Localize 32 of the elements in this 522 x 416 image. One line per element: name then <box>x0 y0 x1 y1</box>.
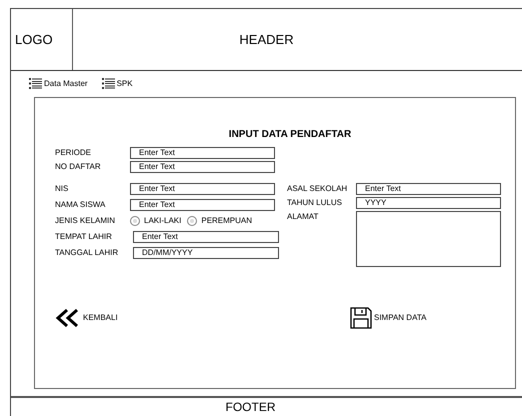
field-label: TANGGAL LAHIR <box>55 246 120 259</box>
field-label: ASAL SEKOLAH <box>287 182 348 195</box>
logo-label: LOGO <box>15 30 53 49</box>
input-field[interactable]: Enter Text <box>356 182 501 195</box>
field-label: PERIODE <box>55 146 92 159</box>
form-title: INPUT DATA PENDAFTAR <box>228 128 352 142</box>
list-icon <box>29 78 42 90</box>
back-button[interactable]: KEMBALI <box>55 308 350 328</box>
input-field[interactable]: Enter Text <box>130 198 275 211</box>
input-field[interactable]: Enter Text <box>130 160 275 173</box>
field-label: NIS <box>55 182 70 195</box>
save-button[interactable]: SIMPAN DATA <box>350 306 426 329</box>
list-icon <box>102 78 115 90</box>
footer-label: FOOTER <box>226 398 276 416</box>
field-label: JENIS KELAMIN <box>55 214 116 227</box>
menu-item[interactable]: SPK <box>102 78 133 90</box>
radio-option[interactable]: PEREMPUAN <box>187 214 252 227</box>
input-field[interactable]: YYYY <box>356 196 501 209</box>
field-label: TEMPAT LAHIR <box>55 230 113 243</box>
field-label: TAHUN LULUS <box>287 196 343 209</box>
double-chevron-left-icon <box>55 308 81 328</box>
input-field[interactable]: Enter Text <box>130 182 275 195</box>
text-area[interactable] <box>356 210 501 267</box>
input-field[interactable]: Enter Text <box>130 146 275 159</box>
input-field[interactable]: Enter Text <box>133 230 279 243</box>
field-label: NO DAFTAR <box>55 160 102 173</box>
input-field[interactable]: DD/MM/YYYY <box>133 246 279 259</box>
field-label: ALAMAT <box>287 210 320 223</box>
menu-item[interactable]: Data Master <box>29 78 88 90</box>
header-title: HEADER <box>239 30 294 49</box>
field-label: NAMA SISWA <box>55 198 106 211</box>
radio-option[interactable]: LAKI-LAKI <box>130 214 182 227</box>
